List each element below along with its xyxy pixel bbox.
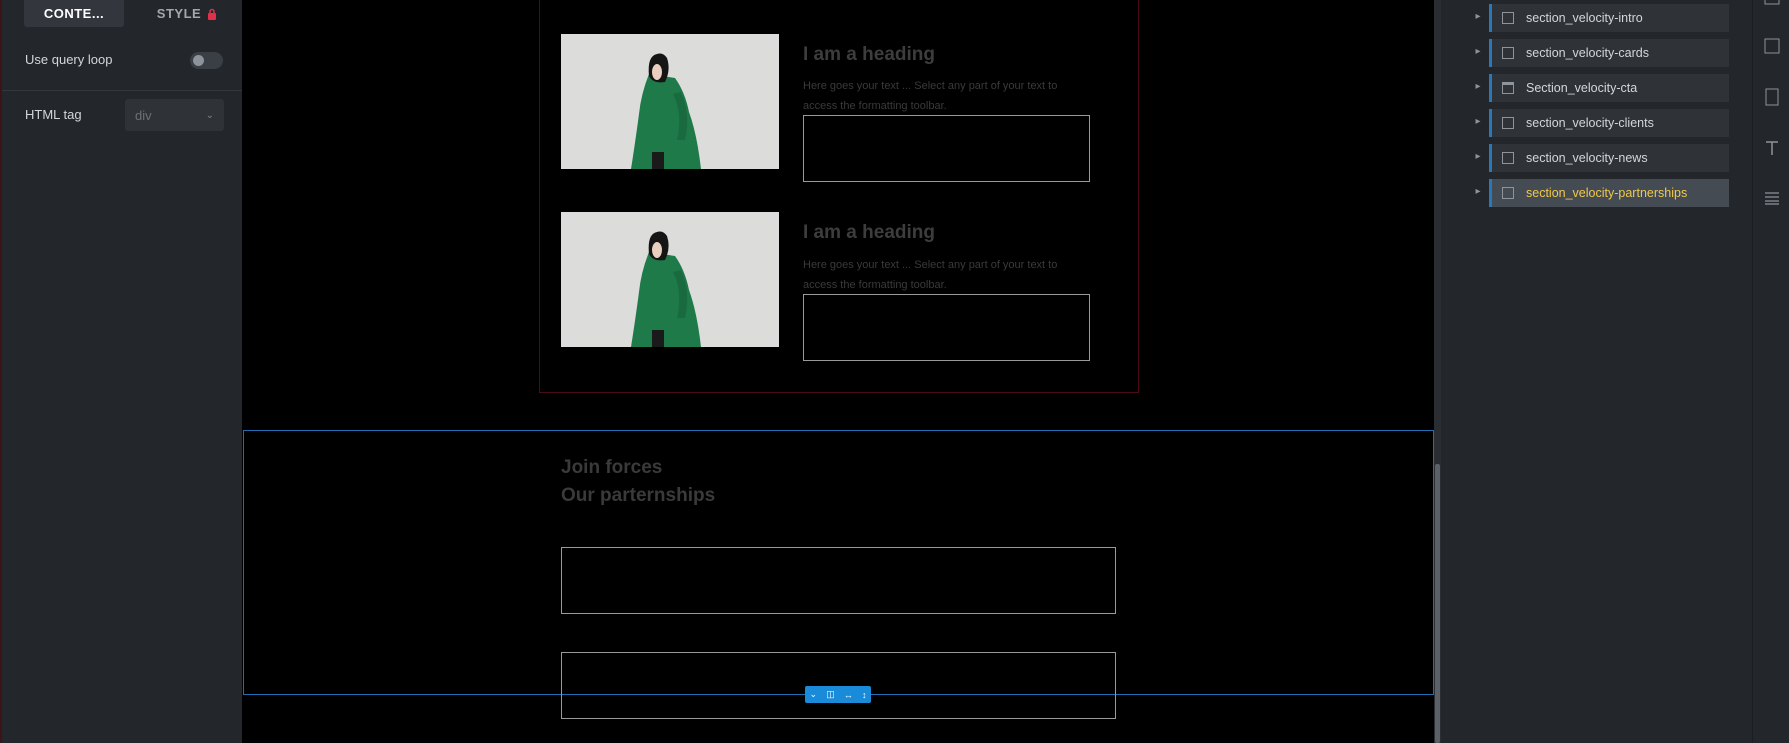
card-image[interactable] bbox=[561, 34, 779, 169]
chevron-right-icon[interactable]: ▸ bbox=[1472, 151, 1484, 162]
card-button-placeholder[interactable] bbox=[803, 294, 1090, 361]
person-photo-icon bbox=[561, 212, 779, 347]
section-toolbar[interactable]: ⌄ ◫ ↔ ↕ bbox=[805, 686, 871, 703]
chevron-right-icon[interactable]: ▸ bbox=[1472, 186, 1484, 197]
canvas-scrollbar-thumb[interactable] bbox=[1435, 464, 1440, 743]
structure-item[interactable]: Section_velocity-cta bbox=[1489, 74, 1729, 102]
split-icon[interactable]: ↔ bbox=[844, 690, 853, 700]
use-query-loop-label: Use query loop bbox=[25, 52, 113, 67]
box-icon bbox=[1502, 152, 1514, 164]
structure-item[interactable]: section_velocity-cards bbox=[1489, 39, 1729, 67]
tab-style[interactable]: STYLE bbox=[142, 0, 232, 27]
element-icon-strip bbox=[1752, 0, 1789, 743]
box-icon[interactable] bbox=[1764, 0, 1780, 6]
chevron-right-icon[interactable]: ▸ bbox=[1472, 81, 1484, 92]
partnerships-block[interactable] bbox=[561, 547, 1116, 614]
structure-item[interactable]: section_velocity-clients bbox=[1489, 109, 1729, 137]
box-icon bbox=[1502, 47, 1514, 59]
html-tag-value: div bbox=[135, 107, 152, 123]
left-panel: CONTE... STYLE Use query loop HTML tag d… bbox=[0, 0, 242, 743]
panel-tabs: CONTE... STYLE bbox=[2, 0, 242, 28]
chevron-right-icon[interactable]: ▸ bbox=[1472, 46, 1484, 57]
partnerships-heading-line2: Our parternships bbox=[561, 485, 716, 506]
structure-item-label: section_velocity-cards bbox=[1526, 46, 1649, 60]
chevron-right-icon[interactable]: ▸ bbox=[1472, 116, 1484, 127]
chevron-down-icon: ⌄ bbox=[205, 109, 214, 121]
partnerships-heading: Join forces Our parternships bbox=[561, 454, 715, 510]
card-heading: I am a heading bbox=[803, 222, 935, 243]
query-loop-toggle[interactable] bbox=[190, 52, 223, 69]
structure-item-active[interactable]: section_velocity-partnerships bbox=[1489, 179, 1729, 207]
card-heading: I am a heading bbox=[803, 44, 935, 65]
person-photo-icon bbox=[561, 34, 779, 169]
tab-content[interactable]: CONTE... bbox=[24, 0, 124, 27]
text-icon[interactable] bbox=[1764, 140, 1780, 156]
box-icon bbox=[1502, 187, 1514, 199]
tab-style-label: STYLE bbox=[156, 6, 202, 21]
card-text: Here goes your text ... Select any part … bbox=[803, 80, 1058, 112]
box-icon bbox=[1502, 12, 1514, 24]
structure-panel: ▸ section_velocity-intro ▸ section_veloc… bbox=[1441, 0, 1752, 743]
box-icon bbox=[1502, 117, 1514, 129]
structure-item-label: section_velocity-intro bbox=[1526, 11, 1643, 25]
list-icon[interactable] bbox=[1764, 191, 1780, 205]
builder-canvas[interactable]: I am a heading Here goes your text ... S… bbox=[242, 0, 1434, 743]
chevron-down-icon[interactable]: ⌄ bbox=[810, 689, 818, 700]
block-icon[interactable] bbox=[1764, 88, 1780, 106]
box-icon[interactable] bbox=[1764, 38, 1780, 54]
columns-icon[interactable]: ◫ bbox=[826, 689, 835, 700]
lock-icon bbox=[208, 8, 217, 20]
card-button-placeholder[interactable] bbox=[803, 115, 1090, 182]
structure-item-label: Section_velocity-cta bbox=[1526, 81, 1638, 95]
structure-item-label: section_velocity-partnerships bbox=[1526, 186, 1688, 200]
card-text: Here goes your text ... Select any part … bbox=[803, 259, 1058, 291]
partnerships-heading-line1: Join forces bbox=[561, 457, 663, 478]
card-image[interactable] bbox=[561, 212, 779, 347]
divider bbox=[2, 90, 242, 91]
html-tag-select[interactable]: div ⌄ bbox=[125, 99, 224, 131]
html-tag-label: HTML tag bbox=[25, 107, 82, 122]
toggle-knob bbox=[193, 55, 204, 66]
chevron-right-icon[interactable]: ▸ bbox=[1472, 11, 1484, 22]
move-icon[interactable]: ↕ bbox=[862, 690, 867, 700]
structure-item[interactable]: section_velocity-intro bbox=[1489, 4, 1729, 32]
structure-item-label: section_velocity-clients bbox=[1526, 116, 1654, 130]
structure-item[interactable]: section_velocity-news bbox=[1489, 144, 1729, 172]
section-icon bbox=[1502, 82, 1514, 94]
structure-item-label: section_velocity-news bbox=[1526, 151, 1648, 165]
